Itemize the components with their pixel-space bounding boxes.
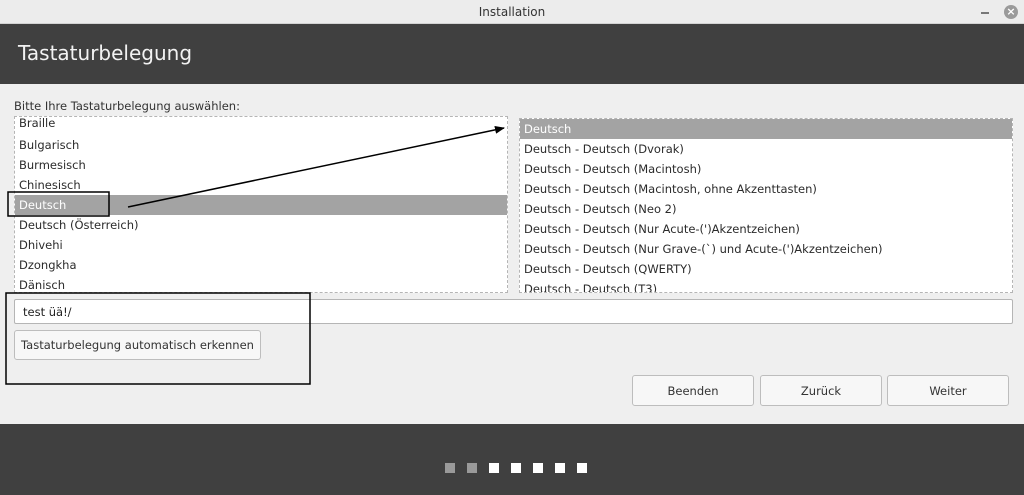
window-title: Installation	[478, 5, 546, 19]
progress-step-dot	[445, 463, 455, 473]
keyboard-instruction: Bitte Ihre Tastaturbelegung auswählen:	[14, 99, 240, 113]
layout-list-item[interactable]: Braille	[15, 117, 507, 135]
layout-list-item[interactable]: Dhivehi	[15, 235, 507, 255]
layout-list-item[interactable]: Burmesisch	[15, 155, 507, 175]
variant-list-item[interactable]: Deutsch - Deutsch (Macintosh)	[520, 159, 1012, 179]
variant-list-item[interactable]: Deutsch - Deutsch (Nur Grave-(`) und Acu…	[520, 239, 1012, 259]
progress-step-dot	[533, 463, 543, 473]
layout-list-item[interactable]: Dänisch	[15, 275, 507, 292]
variant-list-item[interactable]: Deutsch - Deutsch (Neo 2)	[520, 199, 1012, 219]
detect-layout-button[interactable]: Tastaturbelegung automatisch erkennen	[14, 330, 261, 360]
variant-list-item[interactable]: Deutsch - Deutsch (Nur Acute-(')Akzentze…	[520, 219, 1012, 239]
page-title: Tastaturbelegung	[18, 41, 193, 65]
progress-step-dot	[511, 463, 521, 473]
title-bar: Installation ×	[0, 0, 1024, 24]
variant-list-item[interactable]: Deutsch - Deutsch (Macintosh, ohne Akzen…	[520, 179, 1012, 199]
progress-step-dot	[555, 463, 565, 473]
keyboard-layout-list[interactable]: Braille Bulgarisch Burmesisch Chinesisch Deu…	[14, 116, 508, 293]
layout-list-item[interactable]: Bulgarisch	[15, 135, 507, 155]
layout-list-item[interactable]: Dzongkha	[15, 255, 507, 275]
quit-button[interactable]: Beenden	[632, 375, 754, 406]
footer-bar	[0, 424, 1024, 495]
layout-list-item[interactable]: Deutsch (Österreich)	[15, 215, 507, 235]
next-button[interactable]: Weiter	[887, 375, 1009, 406]
variant-list-item[interactable]: Deutsch - Deutsch (QWERTY)	[520, 259, 1012, 279]
content-area: Bitte Ihre Tastaturbelegung auswählen: B…	[0, 84, 1024, 424]
variant-list-item[interactable]: Deutsch - Deutsch (T3)	[520, 279, 1012, 292]
keyboard-variant-list[interactable]: Deutsch Deutsch - Deutsch (Dvorak) Deutsch…	[519, 118, 1013, 293]
minimize-icon[interactable]	[979, 5, 991, 17]
progress-step-dot	[577, 463, 587, 473]
variant-list-item[interactable]: Deutsch	[520, 119, 1012, 139]
close-icon[interactable]: ×	[1004, 5, 1018, 19]
progress-step-dot	[467, 463, 477, 473]
variant-list-item[interactable]: Deutsch - Deutsch (Dvorak)	[520, 139, 1012, 159]
progress-step-dot	[489, 463, 499, 473]
keyboard-test-input[interactable]	[14, 299, 1013, 324]
page-header: Tastaturbelegung	[0, 24, 1024, 84]
layout-list-item[interactable]: Chinesisch	[15, 175, 507, 195]
layout-list-item[interactable]: Deutsch	[15, 195, 507, 215]
back-button[interactable]: Zurück	[760, 375, 882, 406]
